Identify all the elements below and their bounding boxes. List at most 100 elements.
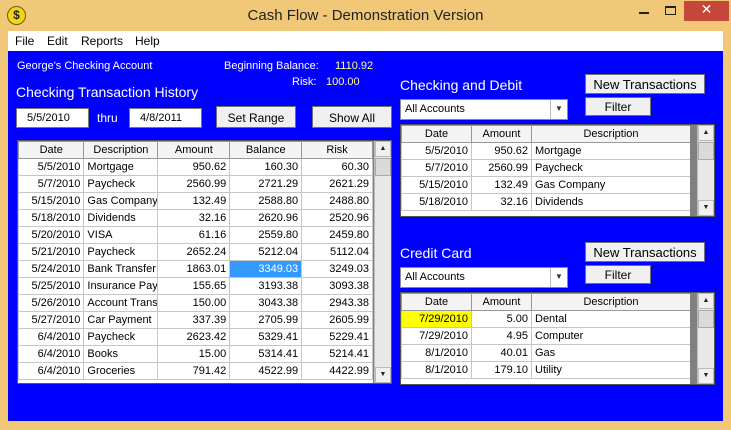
column-header[interactable]: Date (18, 141, 85, 159)
checking-scrollbar[interactable]: ▲ ▼ (697, 125, 714, 216)
table-cell[interactable]: 2605.99 (301, 311, 373, 329)
table-cell[interactable]: Paycheck (531, 159, 691, 177)
scroll-down-icon[interactable]: ▼ (698, 368, 714, 384)
column-header[interactable]: Description (531, 293, 691, 311)
table-cell[interactable]: 4422.99 (301, 362, 373, 380)
table-cell[interactable]: 2459.80 (301, 226, 373, 244)
table-row[interactable]: 6/4/2010 Groceries 791.42 4522.99 4422.99 (18, 362, 373, 380)
table-cell[interactable]: 150.00 (157, 294, 231, 312)
table-cell[interactable]: 4522.99 (229, 362, 303, 380)
table-cell[interactable]: Gas Company (531, 176, 691, 194)
table-row[interactable]: 5/18/2010 32.16 Dividends (401, 193, 691, 211)
table-row[interactable]: 7/29/2010 5.00 Dental (401, 310, 691, 328)
table-cell[interactable]: 2705.99 (229, 311, 303, 329)
credit-new-transactions-button[interactable]: New Transactions (585, 242, 705, 262)
credit-scrollbar[interactable]: ▲ ▼ (697, 293, 714, 384)
table-cell[interactable]: 155.65 (157, 277, 231, 295)
table-cell[interactable]: 6/4/2010 (18, 328, 85, 346)
column-header[interactable]: Amount (157, 141, 231, 159)
table-cell[interactable]: 5212.04 (229, 243, 303, 261)
table-cell[interactable]: 6/4/2010 (18, 362, 85, 380)
table-row[interactable]: 5/15/2010 Gas Company 132.49 2588.80 2488.80 (18, 192, 373, 210)
table-cell[interactable]: 5/15/2010 (18, 192, 85, 210)
table-row[interactable]: 7/29/2010 4.95 Computer (401, 327, 691, 345)
column-header[interactable]: Date (401, 293, 472, 311)
table-cell[interactable]: 5/27/2010 (18, 311, 85, 329)
table-cell[interactable]: Books (83, 345, 159, 363)
table-cell[interactable]: Paycheck (83, 328, 159, 346)
column-header[interactable]: Balance (229, 141, 303, 159)
table-cell[interactable]: 5/5/2010 (18, 158, 85, 176)
from-date-field[interactable]: 5/5/2010 (16, 108, 89, 128)
table-cell[interactable]: Dividends (83, 209, 159, 227)
table-row[interactable]: 5/18/2010 Dividends 32.16 2620.96 2520.96 (18, 209, 373, 227)
credit-account-select[interactable]: All Accounts ▼ (400, 267, 568, 288)
table-row[interactable]: 5/5/2010 950.62 Mortgage (401, 142, 691, 160)
table-cell[interactable]: 5/5/2010 (401, 142, 472, 160)
table-cell[interactable]: 337.39 (157, 311, 231, 329)
table-cell[interactable]: 2620.96 (229, 209, 303, 227)
scroll-down-icon[interactable]: ▼ (375, 367, 391, 383)
table-cell[interactable]: 2520.96 (301, 209, 373, 227)
table-cell[interactable]: 15.00 (157, 345, 231, 363)
table-cell[interactable]: 950.62 (471, 142, 532, 160)
chevron-down-icon[interactable]: ▼ (550, 100, 567, 119)
table-cell[interactable]: 2721.29 (229, 175, 303, 193)
menu-edit[interactable]: Edit (47, 34, 68, 48)
column-header[interactable]: Risk (301, 141, 373, 159)
table-row[interactable]: 5/7/2010 2560.99 Paycheck (401, 159, 691, 177)
table-cell[interactable]: Car Payment (83, 311, 159, 329)
table-cell[interactable]: 5329.41 (229, 328, 303, 346)
column-header[interactable]: Date (401, 125, 472, 143)
menu-reports[interactable]: Reports (81, 34, 123, 48)
table-row[interactable]: 5/5/2010 Mortgage 950.62 160.30 60.30 (18, 158, 373, 176)
scroll-thumb[interactable] (698, 142, 714, 160)
table-row[interactable]: 5/7/2010 Paycheck 2560.99 2721.29 2621.29 (18, 175, 373, 193)
table-cell[interactable]: 2943.38 (301, 294, 373, 312)
table-cell[interactable]: 132.49 (157, 192, 231, 210)
table-cell[interactable]: 8/1/2010 (401, 361, 472, 379)
table-cell[interactable]: 3349.03 (229, 260, 303, 278)
history-scrollbar[interactable]: ▲ ▼ (374, 141, 391, 383)
table-cell[interactable]: 2588.80 (229, 192, 303, 210)
table-cell[interactable]: Bank Transfer (83, 260, 159, 278)
table-cell[interactable]: 6/4/2010 (18, 345, 85, 363)
scroll-down-icon[interactable]: ▼ (698, 200, 714, 216)
table-cell[interactable]: 950.62 (157, 158, 231, 176)
table-cell[interactable]: Paycheck (83, 175, 159, 193)
scroll-up-icon[interactable]: ▲ (375, 141, 391, 157)
checking-account-select[interactable]: All Accounts ▼ (400, 99, 568, 120)
table-cell[interactable]: VISA (83, 226, 159, 244)
table-row[interactable]: 5/15/2010 132.49 Gas Company (401, 176, 691, 194)
table-cell[interactable]: 2560.99 (471, 159, 532, 177)
table-cell[interactable]: 32.16 (471, 193, 532, 211)
column-header[interactable]: Description (83, 141, 159, 159)
table-row[interactable]: 6/4/2010 Paycheck 2623.42 5329.41 5229.41 (18, 328, 373, 346)
table-cell[interactable]: 2559.80 (229, 226, 303, 244)
to-date-field[interactable]: 4/8/2011 (129, 108, 202, 128)
checking-new-transactions-button[interactable]: New Transactions (585, 74, 705, 94)
table-cell[interactable]: 132.49 (471, 176, 532, 194)
table-cell[interactable]: 5/7/2010 (18, 175, 85, 193)
column-header[interactable]: Description (531, 125, 691, 143)
table-cell[interactable]: 2488.80 (301, 192, 373, 210)
table-cell[interactable]: 5/26/2010 (18, 294, 85, 312)
table-cell[interactable]: 32.16 (157, 209, 231, 227)
table-cell[interactable]: 5/24/2010 (18, 260, 85, 278)
table-cell[interactable]: 2623.42 (157, 328, 231, 346)
table-cell[interactable]: 3043.38 (229, 294, 303, 312)
table-cell[interactable]: 2621.29 (301, 175, 373, 193)
table-cell[interactable]: 1863.01 (157, 260, 231, 278)
table-cell[interactable]: 5/20/2010 (18, 226, 85, 244)
table-row[interactable]: 8/1/2010 179.10 Utility (401, 361, 691, 379)
table-row[interactable]: 5/25/2010 Insurance Pay 155.65 3193.38 3093.… (18, 277, 373, 295)
table-cell[interactable]: 2652.24 (157, 243, 231, 261)
table-cell[interactable]: Dental (531, 310, 691, 328)
table-cell[interactable]: Mortgage (83, 158, 159, 176)
table-cell[interactable]: Insurance Pay (83, 277, 159, 295)
minimize-button[interactable] (630, 1, 657, 21)
table-cell[interactable]: 791.42 (157, 362, 231, 380)
table-cell[interactable]: 5/18/2010 (18, 209, 85, 227)
table-row[interactable]: 5/20/2010 VISA 61.16 2559.80 2459.80 (18, 226, 373, 244)
table-cell[interactable]: Dividends (531, 193, 691, 211)
